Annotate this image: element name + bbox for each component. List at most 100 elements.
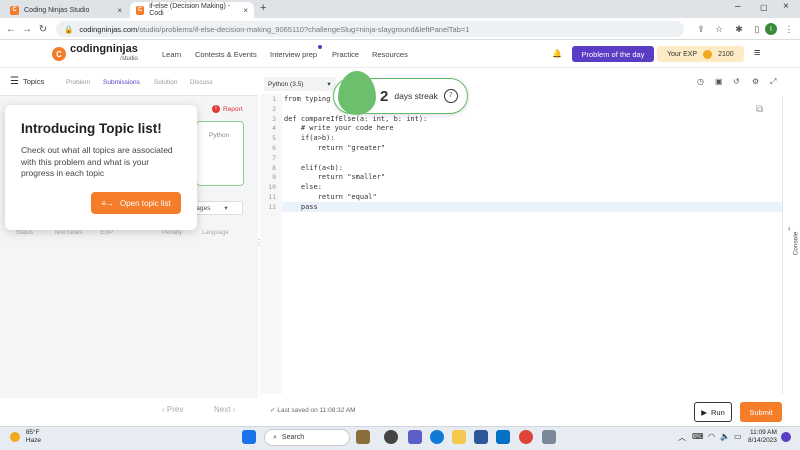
chevron-down-icon: ▾ (224, 205, 228, 212)
nav-contests-events[interactable]: Contests & Events (195, 50, 257, 59)
site-logo[interactable]: C codingninjas/studio (52, 44, 138, 64)
reset-icon[interactable]: ↺ (733, 77, 740, 86)
windows-start-icon[interactable] (242, 430, 256, 444)
open-topic-list-button[interactable]: ≡→ Open topic list (91, 192, 181, 214)
line-number: 2 (272, 104, 276, 113)
save-icon[interactable]: ▣ (715, 77, 723, 86)
prev-button[interactable]: ‹ Prev (162, 405, 183, 414)
search-icon: ⌕ (273, 433, 277, 441)
browser-tab-2-active[interactable]: C if-else (Decision Making) - Codi × (130, 2, 254, 18)
language-select[interactable]: Python (3.5) ▾ (264, 77, 336, 91)
close-tab-icon[interactable]: × (117, 6, 122, 15)
last-saved-status: ✓ Last saved on 11:08:32 AM (270, 406, 356, 414)
code-line[interactable]: return "smaller" (284, 173, 385, 181)
browser-tab-1[interactable]: C Coding Ninjas Studio × (4, 2, 128, 18)
bookmark-star-icon[interactable]: ☆ (712, 22, 726, 36)
streak-badge: 2 days streak 7 (333, 71, 468, 115)
code-line[interactable]: # write your code here (284, 124, 394, 132)
streak-badge-count: 7 (443, 89, 458, 103)
code-editor[interactable] (260, 94, 782, 394)
file-explorer-icon[interactable] (452, 430, 466, 444)
code-line[interactable]: return "greater" (284, 144, 385, 152)
copy-icon[interactable]: ⧉ (756, 104, 763, 115)
chevron-down-icon: ▾ (327, 81, 331, 88)
sidebar-icon[interactable]: ▯ (750, 22, 764, 36)
settings-gear-icon[interactable]: ⚙ (752, 77, 759, 86)
code-line[interactable]: else: (284, 183, 322, 191)
problem-of-the-day-button[interactable]: Problem of the day (572, 46, 654, 62)
close-tab-icon[interactable]: × (243, 6, 248, 15)
teams-icon[interactable] (408, 430, 422, 444)
system-clock[interactable]: 11:09 AM 8/14/2023 (748, 429, 777, 445)
popup-body: Check out what all topics are associated… (21, 145, 173, 178)
profile-avatar-icon[interactable]: I (765, 23, 777, 35)
timer-icon[interactable]: ◷ (697, 77, 704, 86)
code-line[interactable]: return "equal" (284, 193, 377, 201)
tab-submissions[interactable]: Submissions (103, 79, 140, 86)
code-line[interactable]: def compareIfElse(a: int, b: int): (284, 115, 427, 123)
maximize-icon[interactable]: ▢ (760, 3, 768, 12)
chrome-icon[interactable] (519, 430, 533, 444)
share-icon[interactable]: ⇪ (694, 22, 708, 36)
report-link[interactable]: ! Report (212, 105, 243, 113)
weather-condition: Haze (25, 437, 41, 444)
volume-icon[interactable]: 🔈 (720, 432, 730, 441)
logo-icon: C (52, 47, 66, 61)
store-icon[interactable] (474, 430, 488, 444)
hamburger-menu-icon[interactable]: ≡ (754, 47, 760, 59)
nav-resources[interactable]: Resources (372, 50, 408, 59)
forward-icon[interactable]: → (20, 22, 34, 36)
nav-practice[interactable]: Practice (332, 50, 359, 59)
minimize-icon[interactable]: – (735, 1, 741, 12)
app-icon[interactable] (542, 430, 556, 444)
notification-center-icon[interactable] (781, 432, 791, 442)
tab-title: if-else (Decision Making) - Codi (149, 3, 231, 17)
nav-learn[interactable]: Learn (162, 50, 181, 59)
tab-solution[interactable]: Solution (154, 79, 178, 86)
code-line[interactable]: if(a>b): (284, 134, 335, 142)
column-language: Language (202, 230, 229, 236)
mail-icon[interactable] (496, 430, 510, 444)
submission-language: Python (209, 132, 230, 139)
chevron-left-icon[interactable]: ‹ (788, 224, 791, 233)
battery-icon[interactable]: ▭ (734, 432, 742, 441)
fullscreen-icon[interactable]: ⤢ (770, 77, 776, 87)
next-label: Next (214, 405, 231, 414)
run-button[interactable]: ▶ Run (694, 402, 732, 422)
line-number: 8 (272, 163, 276, 172)
tab-problem[interactable]: Problem (66, 79, 90, 86)
exp-label: Your EXP (667, 50, 698, 58)
code-line[interactable]: elif(a<b): (284, 164, 343, 172)
edge-icon[interactable] (430, 430, 444, 444)
task-view-icon[interactable] (384, 430, 398, 444)
exp-badge[interactable]: Your EXP 2100 (657, 46, 744, 62)
streak-count: 2 (380, 87, 389, 105)
play-icon: ▶ (701, 407, 707, 417)
new-tab-icon[interactable]: + (260, 2, 266, 14)
extensions-icon[interactable]: ✱ (732, 22, 746, 36)
browser-menu-icon[interactable]: ⋮ (782, 22, 796, 36)
code-line[interactable]: from typing (284, 95, 330, 103)
nav-interview-prep[interactable]: Interview prep (270, 50, 317, 59)
back-icon[interactable]: ← (4, 22, 18, 36)
tray-chevron-icon[interactable]: ︿ (678, 432, 686, 443)
widgets-icon[interactable] (356, 430, 370, 444)
next-button[interactable]: Next › (214, 405, 235, 414)
code-line[interactable]: pass (284, 203, 318, 211)
wifi-icon[interactable]: ◠ (708, 432, 715, 441)
taskbar-search[interactable]: ⌕ Search (264, 429, 350, 446)
tab-discuss[interactable]: Discuss (190, 79, 213, 86)
notification-bell-icon[interactable]: 🔔 (552, 49, 562, 58)
streak-label: days streak (394, 91, 438, 101)
weather-widget[interactable]: 85°F Haze (10, 429, 41, 445)
topics-button[interactable]: ☰ Topics (10, 76, 44, 87)
coding-ninjas-favicon-icon: C (10, 5, 19, 15)
url-input[interactable]: 🔒 codingninjas.com/studio/problems/if-el… (56, 21, 684, 37)
search-label: Search (281, 434, 305, 441)
submission-card[interactable]: Python (196, 121, 244, 186)
reload-icon[interactable]: ↻ (36, 22, 50, 36)
console-label[interactable]: Console (792, 232, 799, 256)
window-close-icon[interactable]: × (783, 1, 789, 12)
keyboard-icon[interactable]: ⌨ (692, 432, 704, 441)
submit-button[interactable]: Submit (740, 402, 782, 422)
